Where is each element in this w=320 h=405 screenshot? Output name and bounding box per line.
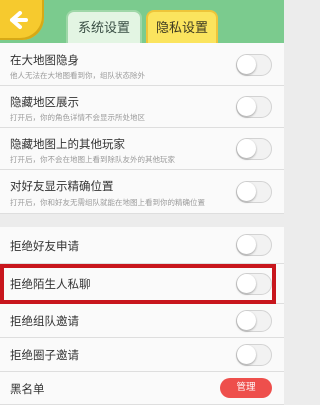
setting-title: 在大地图隐身	[10, 53, 79, 67]
setting-row-reject-circle-invites: 拒绝圈子邀请	[0, 338, 284, 372]
section-divider	[0, 214, 284, 227]
toggle-reject-stranger-chat[interactable]	[236, 273, 272, 295]
setting-title: 拒绝好友申请	[10, 239, 79, 253]
setting-description: 打开后，你和好友无需组队就能在地图上看到你的精确位置	[10, 198, 205, 207]
setting-description: 打开后，你的角色详情不会显示所处地区	[10, 113, 145, 122]
toggle-exact-location-friends[interactable]	[236, 181, 272, 203]
setting-row-blacklist: 黑名单 管理	[0, 372, 284, 405]
toggle-hide-region[interactable]	[236, 96, 272, 118]
setting-description: 他人无法在大地图看到你，组队状态除外	[10, 71, 145, 80]
header-bar: 系统设置 隐私设置	[0, 0, 284, 43]
setting-row-reject-stranger-chat: 拒绝陌生人私聊	[0, 264, 284, 304]
tab-system-settings[interactable]: 系统设置	[66, 10, 142, 43]
toggle-map-invisible[interactable]	[236, 54, 272, 76]
tab-privacy-settings[interactable]: 隐私设置	[146, 10, 218, 43]
toggle-reject-circle-invites[interactable]	[236, 344, 272, 366]
back-button[interactable]	[0, 0, 44, 40]
toggle-reject-team-invites[interactable]	[236, 310, 272, 332]
manage-blacklist-button[interactable]: 管理	[220, 378, 272, 398]
setting-row-hide-other-players: 隐藏地图上的其他玩家 打开后，你不会在地图上看到除队友外的其他玩家	[0, 128, 284, 170]
setting-title: 拒绝组队邀请	[10, 314, 79, 328]
setting-row-reject-friend-requests: 拒绝好友申请	[0, 227, 284, 264]
setting-title: 隐藏地区展示	[10, 95, 79, 109]
toggle-reject-friend-requests[interactable]	[236, 234, 272, 256]
setting-row-reject-team-invites: 拒绝组队邀请	[0, 304, 284, 338]
setting-row-hide-region: 隐藏地区展示 打开后，你的角色详情不会显示所处地区	[0, 86, 284, 128]
setting-title: 对好友显示精确位置	[10, 179, 114, 193]
setting-description: 打开后，你不会在地图上看到除队友外的其他玩家	[10, 155, 175, 164]
setting-title: 隐藏地图上的其他玩家	[10, 137, 125, 151]
setting-title: 拒绝圈子邀请	[10, 348, 79, 362]
setting-row-exact-location-friends: 对好友显示精确位置 打开后，你和好友无需组队就能在地图上看到你的精确位置	[0, 170, 284, 214]
back-arrow-icon	[10, 11, 28, 29]
setting-title: 黑名单	[10, 382, 45, 396]
setting-row-map-invisible: 在大地图隐身 他人无法在大地图看到你，组队状态除外	[0, 43, 284, 86]
setting-title: 拒绝陌生人私聊	[10, 277, 91, 291]
toggle-hide-other-players[interactable]	[236, 138, 272, 160]
